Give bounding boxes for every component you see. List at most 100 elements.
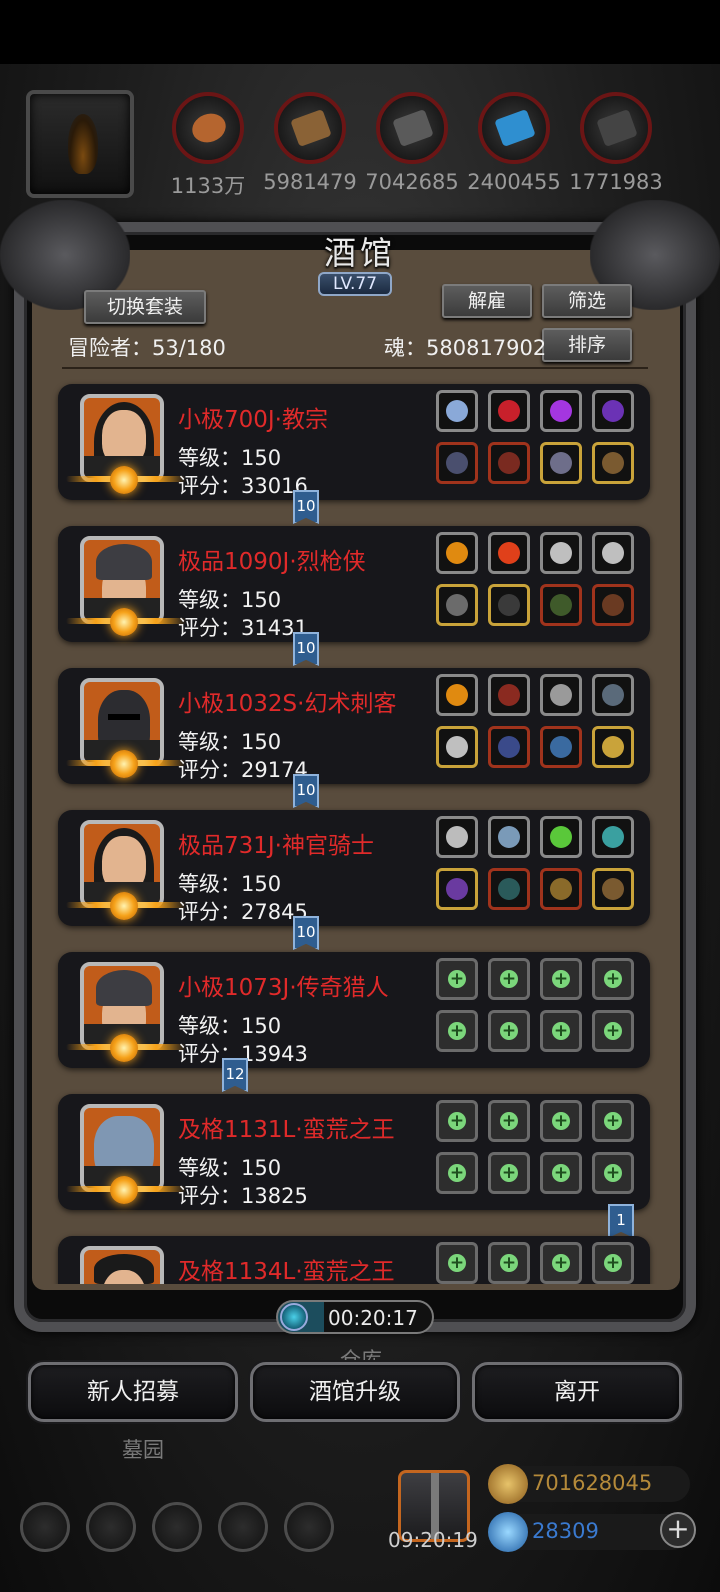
battle-icon[interactable] [284,1502,334,1552]
equip-coat-icon[interactable] [488,584,530,626]
meat-icon [172,92,244,164]
equip-amulet-icon[interactable] [488,390,530,432]
leave-button[interactable]: 离开 [472,1362,682,1422]
hero-name: 极品1090J·烈枪侠 [178,549,366,575]
equip-blade-icon[interactable] [540,726,582,768]
equip-claw-icon[interactable] [540,674,582,716]
upgrade-tavern-button[interactable]: 酒馆升级 [250,1362,460,1422]
hero-card[interactable]: 小极700J·教宗 等级：150 评分：33016 [58,384,650,500]
dismiss-button[interactable]: 解雇 [442,284,532,318]
hero-name: 极品731J·神官骑士 [178,833,374,859]
equip-armor-icon[interactable] [488,868,530,910]
equip-orb-icon[interactable] [592,390,634,432]
hero-level: 等级：150 [178,588,282,612]
equip-helm-icon[interactable] [436,816,478,858]
equip-ring-icon[interactable] [592,726,634,768]
hero-score: 评分：29174 [178,758,308,782]
empty-slot-icon[interactable]: + [436,1152,478,1194]
empty-slot-icon[interactable]: + [540,1010,582,1052]
equip-armor-icon[interactable] [436,442,478,484]
gold-value: 701628045 [532,1471,653,1495]
equip-flame-icon[interactable] [488,532,530,574]
switch-set-button[interactable]: 切换套装 [84,290,206,324]
hero-list[interactable]: 小极700J·教宗 等级：150 评分：33016 10 极品1090J·烈枪侠… [38,374,674,1284]
equip-gauntlet-icon[interactable] [488,674,530,716]
empty-slot-icon[interactable]: + [488,1152,530,1194]
hero-card[interactable]: 极品1090J·烈枪侠 等级：150 评分：31431 [58,526,650,642]
empty-slot-icon[interactable]: + [488,1242,530,1284]
star-badge-icon [110,1176,138,1204]
hero-score: 评分：31431 [178,616,308,640]
hero-menu-icon[interactable] [86,1502,136,1552]
resource-value: 7042685 [365,170,459,194]
empty-slot-icon[interactable]: + [436,1010,478,1052]
filter-button[interactable]: 筛选 [542,284,632,318]
equip-ring-icon[interactable] [436,532,478,574]
equip-dagger-icon[interactable] [592,674,634,716]
hero-card[interactable]: 极品731J·神官骑士 等级：150 评分：27845 [58,810,650,926]
empty-slot-icon[interactable]: + [592,1242,634,1284]
empty-slot-icon[interactable]: + [540,1152,582,1194]
empty-slot-icon[interactable]: + [488,1100,530,1142]
recruit-button[interactable]: 新人招募 [28,1362,238,1422]
equip-emblem-icon[interactable] [592,532,634,574]
equip-gem-icon[interactable] [540,390,582,432]
empty-slot-icon[interactable]: + [592,1152,634,1194]
star-badge-icon [110,608,138,636]
empty-slot-icon[interactable]: + [592,1010,634,1052]
equip-bag-icon[interactable] [540,584,582,626]
equip-gauntlet-icon[interactable] [488,816,530,858]
empty-slot-icon[interactable]: + [592,1100,634,1142]
hero-card[interactable]: 及格1131L·蛮荒之王 等级：150 评分：13825 + + + + + +… [58,1094,650,1210]
equip-necklace-icon[interactable] [592,816,634,858]
empty-slot-icon[interactable]: + [488,1010,530,1052]
hero-card[interactable]: 小极1073J·传奇猎人 等级：150 评分：13943 + + + + + +… [58,952,650,1068]
add-gems-button[interactable]: + [660,1512,696,1548]
panel-title: 酒馆 [323,234,396,272]
gem-value: 28309 [532,1519,599,1543]
soul-count: 魂：580817902 [384,336,547,360]
hero-card[interactable]: 及格1134L·蛮荒之王 + + + + [58,1236,650,1284]
level-flag: 10 [293,490,319,524]
gold-coin-icon [488,1464,528,1504]
adventurer-count: 冒险者：53/180 [68,336,226,360]
equip-crown-icon[interactable] [540,868,582,910]
settings-icon[interactable] [20,1502,70,1552]
hero-name: 小极1073J·传奇猎人 [178,975,389,1001]
star-badge-icon [110,750,138,778]
hero-score: 评分：27845 [178,900,308,924]
equip-lantern-icon[interactable] [540,816,582,858]
equip-boots-icon[interactable] [592,584,634,626]
hero-card[interactable]: 小极1032S·幻术刺客 等级：150 评分：29174 [58,668,650,784]
equip-helm-icon[interactable] [436,390,478,432]
empty-slot-icon[interactable]: + [540,1100,582,1142]
equip-ring-icon[interactable] [436,674,478,716]
equip-staff-icon[interactable] [436,868,478,910]
empty-slot-icon[interactable]: + [540,1242,582,1284]
equip-emblem-icon[interactable] [540,532,582,574]
equip-gun-icon[interactable] [436,584,478,626]
empty-slot-icon[interactable]: + [592,958,634,1000]
empty-slot-icon[interactable]: + [436,958,478,1000]
level-flag: 10 [293,774,319,808]
sort-button[interactable]: 排序 [542,328,632,362]
equip-sword-icon[interactable] [436,726,478,768]
equip-crown-icon[interactable] [540,442,582,484]
empty-slot-icon[interactable]: + [540,958,582,1000]
player-avatar[interactable] [26,90,134,198]
empty-slot-icon[interactable]: + [436,1242,478,1284]
empty-slot-icon[interactable]: + [436,1100,478,1142]
equip-boots-icon[interactable] [592,442,634,484]
equip-tome-icon[interactable] [488,442,530,484]
level-flag: 10 [293,916,319,950]
gem-icon [488,1512,528,1552]
status-bar [0,0,720,64]
building-icon[interactable] [152,1502,202,1552]
level-flag: 12 [222,1058,248,1092]
equip-boots-icon[interactable] [592,868,634,910]
cemetery-label: 墓园 [122,1438,164,1462]
hero-score: 评分：13825 [178,1184,308,1208]
equip-armor-icon[interactable] [488,726,530,768]
empty-slot-icon[interactable]: + [488,958,530,1000]
mail-icon[interactable] [218,1502,268,1552]
